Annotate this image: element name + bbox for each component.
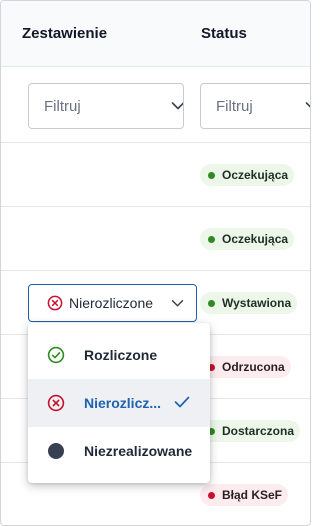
table-header: Zestawienie Status: [1, 1, 310, 67]
status-filter-placeholder: Filtruj: [216, 98, 253, 115]
summary-select[interactable]: Nierozliczone: [28, 284, 197, 322]
menu-item-rozliczone[interactable]: Rozliczone: [28, 331, 210, 379]
menu-item-label: Rozliczone: [84, 347, 158, 363]
status-badge: Oczekująca: [200, 228, 295, 250]
checkmark-icon: [174, 396, 190, 408]
filter-row: Filtruj Filtruj: [1, 67, 310, 143]
status-badge: Wystawiona: [200, 292, 298, 314]
status-badge-label: Oczekująca: [222, 168, 289, 182]
chevron-down-icon: [171, 102, 183, 110]
table-row[interactable]: Oczekująca: [1, 207, 310, 271]
status-badge: Dostarczona: [200, 420, 301, 442]
status-badge-label: Wystawiona: [222, 296, 292, 310]
status-dot: [208, 491, 215, 499]
status-badge-label: Dostarczona: [222, 424, 295, 438]
status-badge: Odrzucona: [200, 356, 291, 378]
menu-item-niezrealizowane[interactable]: Niezrealizowane: [28, 427, 210, 475]
menu-item-label: Nierozlicz...: [84, 395, 162, 411]
status-filter-select[interactable]: Filtruj: [200, 83, 310, 129]
menu-item-label: Niezrealizowane: [84, 443, 193, 459]
status-badge: Błąd KSeF: [200, 484, 289, 506]
status-badge-label: Błąd KSeF: [222, 488, 283, 502]
chevron-down-icon: [171, 300, 184, 307]
summary-dropdown-menu: Rozliczone Nierozlicz... Niezrealizowane: [28, 323, 210, 483]
status-badge-label: Oczekująca: [222, 232, 289, 246]
summary-filter-select[interactable]: Filtruj: [28, 83, 184, 129]
status-dot: [208, 299, 215, 307]
table-panel: Zestawienie Status Filtruj Filtruj Oczek…: [0, 0, 311, 526]
x-circle-icon: [47, 394, 65, 412]
column-header-status[interactable]: Status: [201, 25, 247, 42]
summary-select-value: Nierozliczone: [69, 295, 154, 311]
status-badge: Oczekująca: [200, 164, 295, 186]
filled-circle-icon: [48, 443, 64, 459]
menu-item-nierozliczone[interactable]: Nierozlicz...: [28, 379, 210, 427]
status-dot: [208, 235, 215, 243]
check-circle-icon: [47, 346, 65, 364]
summary-filter-placeholder: Filtruj: [44, 98, 81, 115]
table-row[interactable]: Oczekująca: [1, 143, 310, 207]
status-badge-label: Odrzucona: [222, 360, 285, 374]
x-circle-icon: [47, 295, 63, 311]
column-header-summary[interactable]: Zestawienie: [22, 25, 107, 42]
status-dot: [208, 171, 215, 179]
chevron-down-icon: [305, 102, 310, 108]
